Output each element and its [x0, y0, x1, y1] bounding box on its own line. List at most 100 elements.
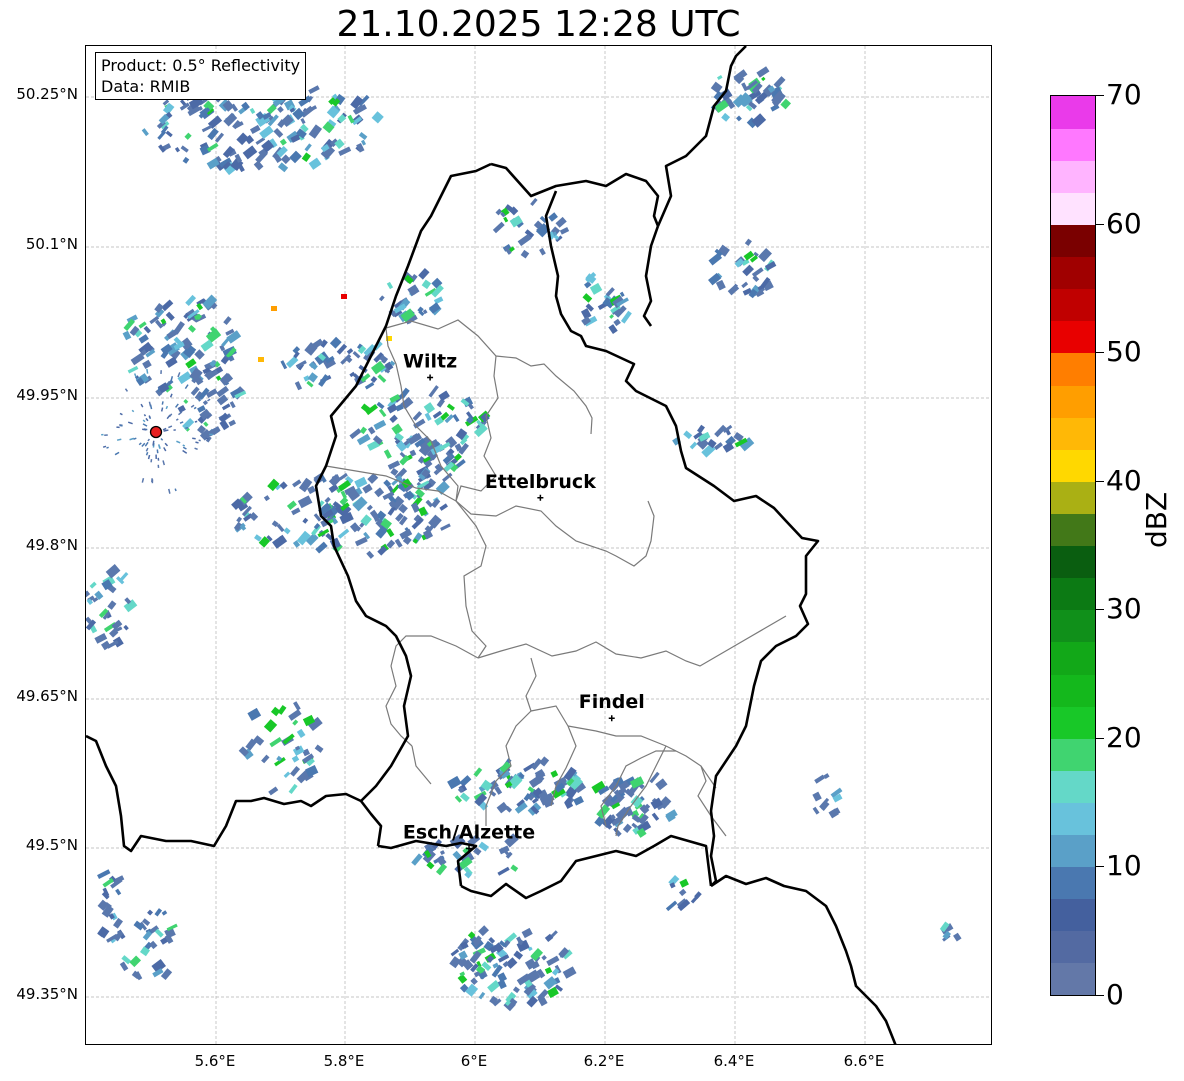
radar-echo — [736, 115, 742, 122]
radar-echo — [203, 421, 209, 427]
radar-echo — [744, 238, 752, 246]
colorbar-tick — [1096, 223, 1104, 225]
radar-echo — [124, 388, 129, 392]
radar-echo — [459, 775, 472, 787]
colorbar-tick-label: 0 — [1106, 978, 1124, 1011]
radar-echo — [555, 216, 567, 228]
colorbar-segment — [1051, 609, 1095, 643]
radar-echo — [133, 920, 145, 931]
radar-echo — [271, 306, 277, 311]
radar-echo — [242, 145, 258, 160]
city-plus-icon — [608, 715, 615, 722]
radar-echo — [308, 85, 320, 95]
radar-echo — [478, 925, 489, 937]
radar-site-marker[interactable] — [149, 425, 163, 439]
radar-echo — [147, 454, 151, 460]
radar-echo — [582, 293, 593, 303]
radar-echo — [377, 374, 387, 383]
radar-echo — [371, 111, 384, 124]
lat-label: 50.25°N — [16, 85, 78, 103]
radar-echo — [425, 499, 434, 508]
radar-echo — [289, 150, 302, 164]
radar-echo — [164, 442, 169, 447]
radar-echo — [89, 581, 97, 589]
city-marker[interactable]: Esch/Alzette — [403, 822, 535, 852]
radar-echo — [194, 420, 198, 423]
radar-echo — [155, 454, 157, 459]
radar-echo — [170, 376, 174, 381]
radar-echo — [651, 812, 660, 821]
radar-echo — [361, 139, 367, 146]
radar-echo — [157, 464, 160, 469]
radar-echo — [679, 878, 689, 888]
radar-echo — [683, 430, 693, 440]
radar-echo — [216, 394, 229, 406]
lon-label: 6°E — [460, 1052, 488, 1070]
lat-label: 49.65°N — [16, 687, 78, 705]
radar-echo — [249, 124, 261, 134]
radar-echo — [160, 370, 162, 375]
radar-echo — [180, 145, 189, 153]
radar-echo — [182, 156, 190, 164]
radar-echo — [133, 437, 137, 440]
colorbar-segment — [1051, 256, 1095, 290]
colorbar-segment — [1051, 930, 1095, 964]
city-plus-icon — [427, 374, 434, 381]
colorbar-segment — [1051, 320, 1095, 354]
colorbar-segment — [1051, 770, 1095, 803]
radar-echo — [129, 437, 135, 441]
lat-label: 49.5°N — [25, 836, 78, 854]
city-marker[interactable]: Wiltz — [403, 351, 457, 381]
radar-echo — [697, 424, 705, 434]
city-marker[interactable]: Findel — [579, 691, 645, 722]
radar-echo — [389, 414, 398, 423]
radar-echo — [352, 351, 361, 359]
radar-echo — [160, 437, 164, 441]
lat-label: 49.95°N — [16, 386, 78, 404]
city-marker[interactable]: Ettelbruck — [485, 471, 596, 501]
radar-echo — [655, 778, 668, 791]
colorbar-segment — [1051, 673, 1095, 707]
radar-echo — [269, 736, 283, 748]
radar-echo — [146, 368, 149, 374]
radar-echo — [201, 124, 213, 133]
radar-echo — [140, 403, 144, 408]
radar-echo — [218, 412, 229, 423]
radar-echo — [288, 709, 302, 721]
radar-echo — [665, 900, 678, 912]
radar-echo — [513, 950, 524, 960]
radar-echo — [478, 991, 486, 1000]
colorbar — [1050, 95, 1096, 996]
radar-echo — [142, 423, 148, 427]
radar-site-icon — [149, 425, 163, 439]
radar-echo — [439, 503, 448, 511]
radar-echo — [510, 864, 519, 872]
radar-echo — [294, 381, 303, 391]
radar-echo — [378, 295, 385, 302]
radar-echo — [421, 279, 432, 290]
radar-echo — [184, 384, 189, 390]
colorbar-label: dBZ — [1140, 491, 1173, 548]
colorbar-tick-label: 70 — [1106, 78, 1142, 111]
radar-echo — [548, 212, 558, 222]
radar-echo — [157, 387, 160, 392]
radar-echo — [378, 408, 387, 418]
product-info-box: Product: 0.5° Reflectivity Data: RMIB — [95, 52, 307, 100]
radar-echo — [487, 979, 501, 993]
radar-echo — [613, 318, 621, 327]
radar-map[interactable]: Wiltz Ettelbruck Findel Esch/Alzette — [85, 45, 992, 1045]
lat-label: 49.8°N — [25, 536, 78, 554]
radar-echo — [541, 954, 547, 961]
radar-echo — [174, 403, 179, 408]
radar-echo — [374, 487, 385, 498]
colorbar-segment — [1051, 481, 1095, 514]
lon-label: 5.6°E — [194, 1052, 236, 1070]
radar-echo — [149, 404, 153, 410]
radar-echo — [114, 451, 120, 456]
radar-echo — [279, 481, 288, 490]
colorbar-segment — [1051, 192, 1095, 226]
radar-echo — [221, 403, 231, 411]
radar-echo — [761, 76, 766, 82]
colorbar-tick-label: 50 — [1106, 335, 1142, 369]
radar-echo — [144, 441, 149, 447]
